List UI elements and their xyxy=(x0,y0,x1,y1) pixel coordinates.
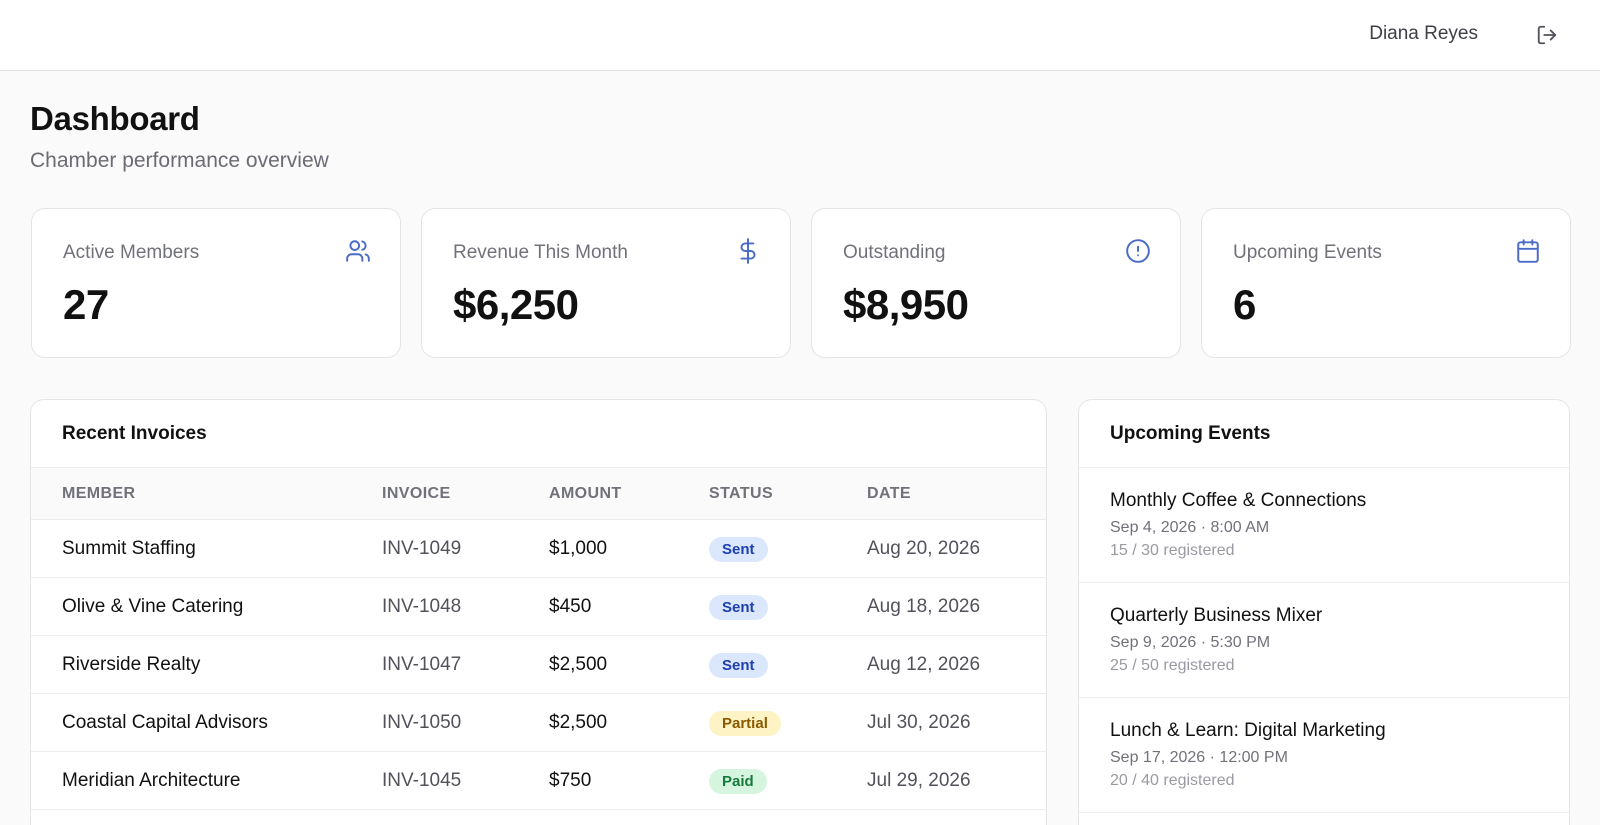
invoice-amount: $1,000 xyxy=(549,538,608,559)
event-datetime: Sep 9, 2026 · 5:30 PM xyxy=(1110,634,1271,651)
stat-card-revenue: Revenue This Month $6,250 xyxy=(421,208,791,358)
upcoming-events-card: Upcoming Events Monthly Coffee & Connect… xyxy=(1078,399,1570,825)
logout-button[interactable] xyxy=(1534,22,1560,48)
stat-value: 6 xyxy=(1233,281,1256,328)
calendar-icon xyxy=(1514,237,1542,265)
table-row[interactable]: Summit Staffing INV-1049 $1,000 Sent Aug… xyxy=(31,520,1046,578)
page-title: Dashboard xyxy=(30,100,200,137)
users-icon xyxy=(344,237,372,265)
member-name: Olive & Vine Catering xyxy=(62,596,244,617)
invoice-amount: $450 xyxy=(549,596,592,617)
table-header: MEMBER INVOICE AMOUNT STATUS DATE xyxy=(31,467,1046,520)
event-registration: 25 / 50 registered xyxy=(1110,657,1235,674)
member-name: Meridian Architecture xyxy=(62,770,241,791)
column-header-member: MEMBER xyxy=(62,485,136,502)
table-row[interactable]: Coastal Capital Advisors INV-1050 $2,500… xyxy=(31,694,1046,752)
invoice-number: INV-1045 xyxy=(382,770,462,791)
stat-value: 27 xyxy=(63,281,109,328)
top-bar: Diana Reyes xyxy=(0,0,1600,71)
stat-card-outstanding: Outstanding $8,950 xyxy=(811,208,1181,358)
status-badge: Sent xyxy=(709,653,768,678)
stat-value: $8,950 xyxy=(843,281,969,328)
column-header-date: DATE xyxy=(867,485,911,502)
invoice-amount: $2,500 xyxy=(549,654,608,675)
event-registration: 15 / 30 registered xyxy=(1110,542,1235,559)
column-header-amount: AMOUNT xyxy=(549,485,622,502)
invoice-amount: $2,500 xyxy=(549,712,608,733)
event-name: Quarterly Business Mixer xyxy=(1110,605,1323,626)
member-name: Coastal Capital Advisors xyxy=(62,712,268,733)
dollar-icon xyxy=(734,237,762,265)
invoice-number: INV-1047 xyxy=(382,654,462,675)
column-header-invoice: INVOICE xyxy=(382,485,451,502)
table-row[interactable]: Olive & Vine Catering INV-1048 $450 Sent… xyxy=(31,578,1046,636)
stat-label: Upcoming Events xyxy=(1233,242,1382,263)
invoice-date: Aug 20, 2026 xyxy=(867,538,981,559)
status-badge: Paid xyxy=(709,769,767,794)
invoice-number: INV-1048 xyxy=(382,596,462,617)
stat-card-upcoming-events: Upcoming Events 6 xyxy=(1201,208,1571,358)
logout-icon xyxy=(1537,25,1557,45)
invoice-number: INV-1049 xyxy=(382,538,462,559)
table-row[interactable]: Riverside Realty INV-1047 $2,500 Sent Au… xyxy=(31,636,1046,694)
stat-label: Outstanding xyxy=(843,242,946,263)
status-badge: Sent xyxy=(709,537,768,562)
page-subtitle: Chamber performance overview xyxy=(30,149,329,172)
stat-card-active-members: Active Members 27 xyxy=(31,208,401,358)
stat-value: $6,250 xyxy=(453,281,579,328)
status-badge: Partial xyxy=(709,711,781,736)
invoice-date: Jul 29, 2026 xyxy=(867,770,971,791)
invoice-date: Aug 12, 2026 xyxy=(867,654,981,675)
invoice-date: Aug 18, 2026 xyxy=(867,596,981,617)
member-name: Summit Staffing xyxy=(62,538,196,559)
user-name: Diana Reyes xyxy=(1369,23,1478,44)
stat-label: Revenue This Month xyxy=(453,242,628,263)
event-name: Lunch & Learn: Digital Marketing xyxy=(1110,720,1386,741)
member-name: Riverside Realty xyxy=(62,654,201,675)
event-item[interactable]: Monthly Coffee & Connections Sep 4, 2026… xyxy=(1079,468,1569,583)
event-item[interactable]: Quarterly Business Mixer Sep 9, 2026 · 5… xyxy=(1079,583,1569,698)
card-title: Recent Invoices xyxy=(62,423,207,444)
column-header-status: STATUS xyxy=(709,485,774,502)
invoice-number: INV-1050 xyxy=(382,712,462,733)
invoice-date: Jul 30, 2026 xyxy=(867,712,971,733)
event-item[interactable]: Lunch & Learn: Digital Marketing Sep 17,… xyxy=(1079,698,1569,813)
invoice-amount: $750 xyxy=(549,770,592,791)
event-registration: 20 / 40 registered xyxy=(1110,772,1235,789)
event-datetime: Sep 17, 2026 · 12:00 PM xyxy=(1110,749,1288,766)
event-name: Monthly Coffee & Connections xyxy=(1110,490,1367,511)
recent-invoices-card: Recent Invoices MEMBER INVOICE AMOUNT ST… xyxy=(30,399,1047,825)
alert-circle-icon xyxy=(1124,237,1152,265)
status-badge: Sent xyxy=(709,595,768,620)
card-title: Upcoming Events xyxy=(1110,423,1271,444)
stat-label: Active Members xyxy=(63,242,200,263)
table-row[interactable]: Meridian Architecture INV-1045 $750 Paid… xyxy=(31,752,1046,810)
event-datetime: Sep 4, 2026 · 8:00 AM xyxy=(1110,519,1270,536)
